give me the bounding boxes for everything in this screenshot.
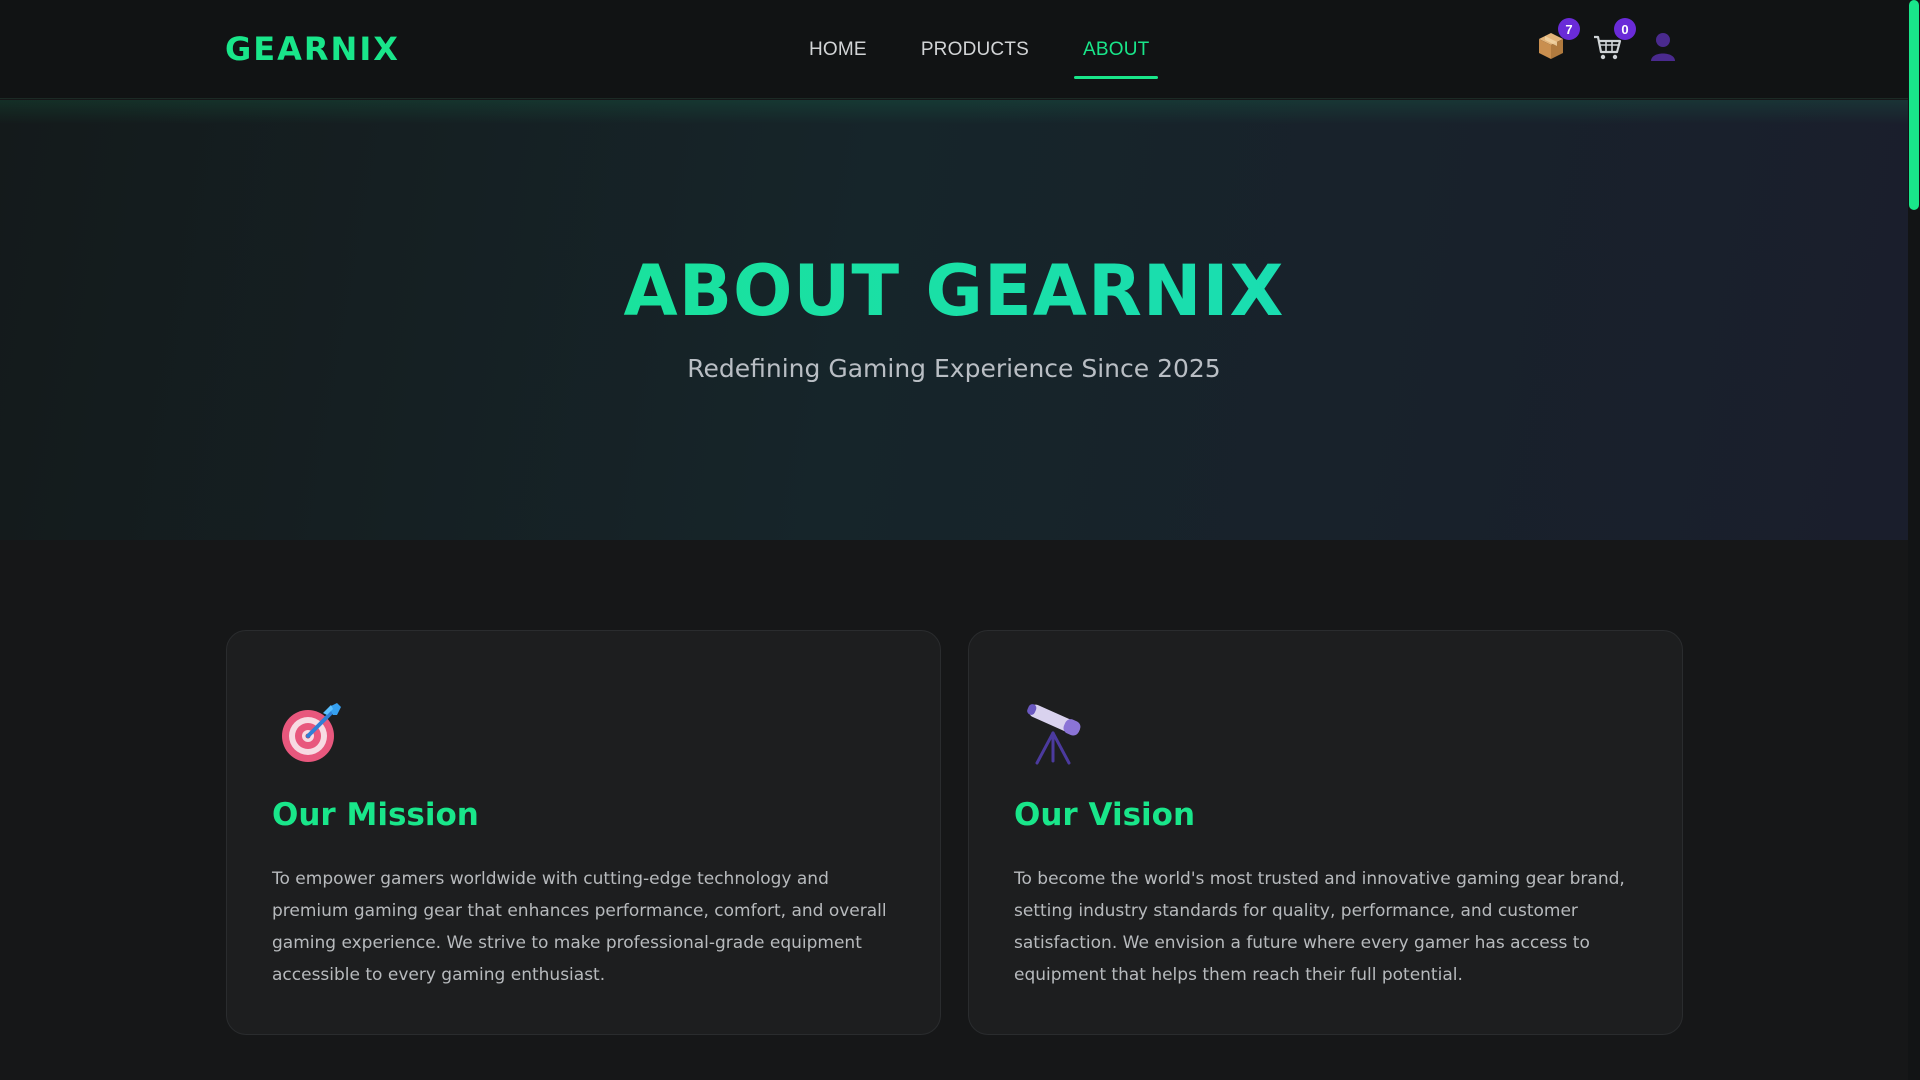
- hero-title: ABOUT GEARNIX: [0, 250, 1908, 332]
- cart-count-badge: 0: [1614, 18, 1636, 40]
- scrollbar-thumb[interactable]: [1909, 0, 1919, 210]
- vision-card: Our Vision To become the world's most tr…: [968, 630, 1683, 1035]
- orders-count-badge: 7: [1558, 18, 1580, 40]
- nav-icons: 7 0: [1536, 18, 1678, 62]
- package-icon[interactable]: 7: [1536, 18, 1580, 62]
- nav-link-products[interactable]: PRODUCTS: [912, 0, 1038, 99]
- nav-link-about[interactable]: ABOUT: [1074, 0, 1159, 99]
- mission-title: Our Mission: [272, 797, 479, 833]
- nav-link-home[interactable]: HOME: [800, 0, 876, 99]
- hero-subtitle: Redefining Gaming Experience Since 2025: [687, 354, 1221, 383]
- navbar: GEARNIX HOME PRODUCTS ABOUT 7 0: [0, 0, 1908, 99]
- user-icon[interactable]: [1648, 30, 1678, 62]
- telescope-icon: [1021, 699, 1087, 765]
- brand-logo[interactable]: GEARNIX: [225, 30, 400, 68]
- mission-text: To empower gamers worldwide with cutting…: [272, 869, 887, 985]
- hero-section: ABOUT GEARNIX Redefining Gaming Experien…: [0, 100, 1908, 540]
- vision-title: Our Vision: [1014, 797, 1196, 833]
- main-nav: HOME PRODUCTS ABOUT: [800, 0, 1194, 99]
- mission-card: Our Mission To empower gamers worldwide …: [226, 630, 941, 1035]
- target-icon: [279, 699, 345, 765]
- vision-text: To become the world's most trusted and i…: [1014, 869, 1625, 985]
- cart-icon[interactable]: 0: [1592, 18, 1636, 62]
